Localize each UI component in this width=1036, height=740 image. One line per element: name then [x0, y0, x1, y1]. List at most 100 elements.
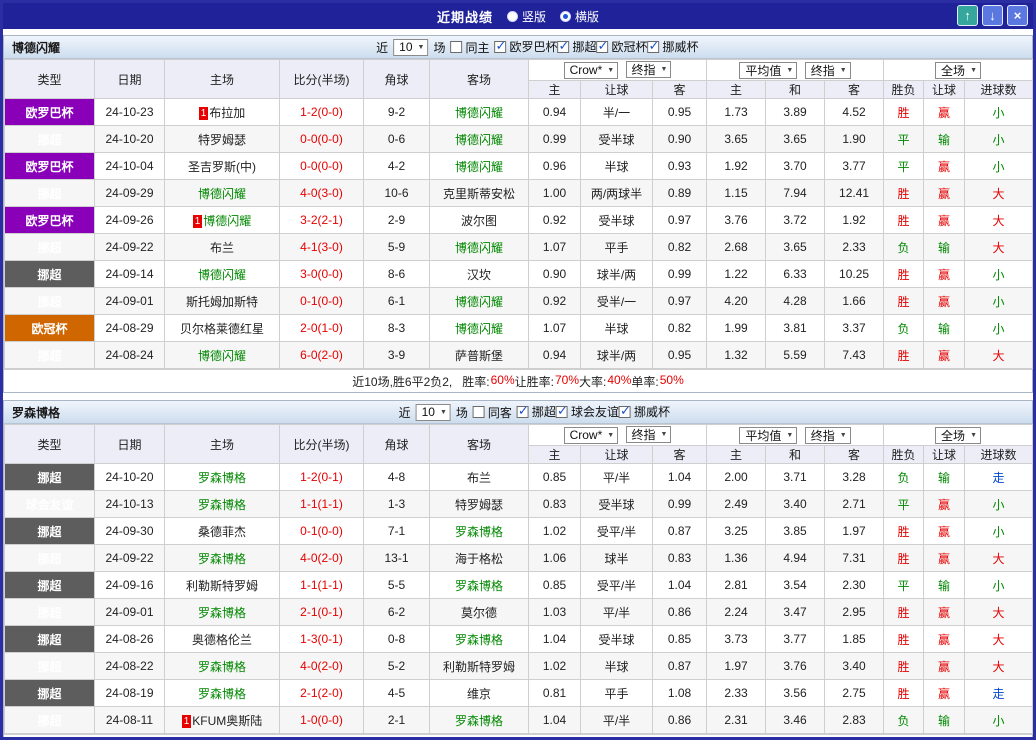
table-row[interactable]: 挪超 24-09-29 博德闪耀 4-0(3-0) 10-6 克里斯蒂安松 1.…: [4, 179, 1033, 207]
league-filter[interactable]: 挪威杯: [618, 403, 670, 420]
table-row[interactable]: 挪超 24-09-01 斯托姆加斯特 0-1(0-0) 6-1 博德闪耀 0.9…: [4, 287, 1033, 315]
home-team-name[interactable]: KFUM奥斯陆: [192, 714, 262, 728]
avg-source-select[interactable]: 平均值 ▼: [739, 426, 798, 444]
scope-select[interactable]: 全场 ▼: [935, 61, 981, 79]
home-team-name[interactable]: 罗森博格: [198, 687, 246, 701]
home-team-name[interactable]: 斯托姆加斯特: [186, 295, 258, 309]
home-team-name[interactable]: 布兰: [210, 241, 234, 255]
away-team-name[interactable]: 博德闪耀: [455, 241, 503, 255]
odds-source-select[interactable]: Crow* ▼: [563, 61, 619, 79]
avg-kind-select[interactable]: 终指 ▼: [804, 426, 851, 444]
home-team-name[interactable]: 博德闪耀: [198, 268, 246, 282]
home-team-name[interactable]: 奥德格伦兰: [192, 633, 252, 647]
home-team-name[interactable]: 博德闪耀: [198, 349, 246, 363]
table-row[interactable]: 挪超 24-10-20 罗森博格 1-2(0-1) 4-8 布兰 0.85 平/…: [4, 463, 1033, 491]
table-row[interactable]: 挪超 24-09-16 利勒斯特罗姆 1-1(1-1) 5-5 罗森博格 0.8…: [4, 571, 1033, 599]
home-team-name[interactable]: 罗森博格: [198, 471, 246, 485]
table-row[interactable]: 挪超 24-09-22 布兰 4-1(3-0) 5-9 博德闪耀 1.07 平手…: [4, 233, 1033, 261]
away-team-name[interactable]: 博德闪耀: [455, 106, 503, 120]
away-team-name[interactable]: 特罗姆瑟: [455, 498, 503, 512]
away-team-name[interactable]: 海于格松: [455, 552, 503, 566]
table-row[interactable]: 球会友谊 24-10-13 罗森博格 1-1(1-1) 1-3 特罗姆瑟 0.8…: [4, 490, 1033, 518]
avg-kind-select[interactable]: 终指 ▼: [804, 61, 851, 79]
away-team-name[interactable]: 萨普斯堡: [455, 349, 503, 363]
home-team-name[interactable]: 罗森博格: [198, 606, 246, 620]
away-team-name[interactable]: 维京: [467, 687, 491, 701]
home-team-name[interactable]: 桑德菲杰: [198, 525, 246, 539]
home-team-name[interactable]: 博德闪耀: [198, 187, 246, 201]
away-team-name[interactable]: 波尔图: [461, 214, 497, 228]
table-row[interactable]: 挪超 24-09-14 博德闪耀 3-0(0-0) 8-6 汉坎 0.90 球半…: [4, 260, 1033, 288]
away-team-name[interactable]: 博德闪耀: [455, 133, 503, 147]
checkbox-unchecked-icon[interactable]: [472, 406, 485, 418]
away-team-name[interactable]: 博德闪耀: [455, 322, 503, 336]
odds-kind-select[interactable]: 终指 ▼: [625, 61, 672, 79]
radio-selected-icon[interactable]: [560, 10, 571, 22]
corners: 5-2: [363, 652, 430, 680]
away-team-name[interactable]: 罗森博格: [455, 633, 503, 647]
home-team-name[interactable]: 圣吉罗斯(中): [188, 160, 256, 174]
home-team-name[interactable]: 贝尔格莱德红星: [180, 322, 264, 336]
table-row[interactable]: 欧罗巴杯 24-10-04 圣吉罗斯(中) 0-0(0-0) 4-2 博德闪耀 …: [4, 152, 1033, 180]
checkbox-checked-icon[interactable]: [618, 403, 631, 419]
away-team-name[interactable]: 莫尔德: [461, 606, 497, 620]
close-button[interactable]: ×: [1007, 5, 1028, 26]
match-count-select[interactable]: 10 ▼: [415, 403, 451, 421]
league-filter[interactable]: 挪威杯: [647, 38, 699, 55]
odds-source-select[interactable]: Crow* ▼: [563, 426, 619, 444]
away-team-name[interactable]: 博德闪耀: [455, 160, 503, 174]
away-team-name[interactable]: 利勒斯特罗姆: [443, 660, 515, 674]
league-filter[interactable]: 欧冠杯: [596, 38, 648, 55]
table-row[interactable]: 挪超 24-08-24 博德闪耀 6-0(2-0) 3-9 萨普斯堡 0.94 …: [4, 341, 1033, 369]
table-row[interactable]: 欧罗巴杯 24-09-26 1 博德闪耀 3-2(2-1) 2-9 波尔图 0.9…: [4, 206, 1033, 234]
away-team-name[interactable]: 克里斯蒂安松: [443, 187, 515, 201]
league-filter[interactable]: 挪超: [557, 38, 597, 55]
checkbox-checked-icon[interactable]: [555, 403, 568, 419]
scroll-up-button[interactable]: ↑: [957, 5, 978, 26]
avg-draw: 3.54: [765, 571, 826, 599]
table-row[interactable]: 挪超 24-09-01 罗森博格 2-1(0-1) 6-2 莫尔德 1.03 平…: [4, 598, 1033, 626]
table-row[interactable]: 欧冠杯 24-08-29 贝尔格莱德红星 2-0(1-0) 8-3 博德闪耀 1…: [4, 314, 1033, 342]
checkbox-checked-icon[interactable]: [596, 38, 609, 54]
home-team-name[interactable]: 罗森博格: [198, 552, 246, 566]
away-team-name[interactable]: 罗森博格: [455, 579, 503, 593]
home-team-name[interactable]: 罗森博格: [198, 660, 246, 674]
radio-vertical-layout[interactable]: 竖版: [506, 8, 546, 25]
table-row[interactable]: 挪超 24-08-26 奥德格伦兰 1-3(0-1) 0-8 罗森博格 1.04…: [4, 625, 1033, 653]
league-filter[interactable]: 挪超: [516, 403, 556, 420]
odds-kind-select[interactable]: 终指 ▼: [625, 426, 672, 444]
checkbox-checked-icon[interactable]: [557, 38, 570, 54]
same-venue-filter[interactable]: 同客: [472, 404, 512, 421]
table-row[interactable]: 挪超 24-09-30 桑德菲杰 0-1(0-0) 7-1 罗森博格 1.02 …: [4, 517, 1033, 545]
checkbox-checked-icon[interactable]: [494, 38, 507, 54]
table-row[interactable]: 挪超 24-09-22 罗森博格 4-0(2-0) 13-1 海于格松 1.06…: [4, 544, 1033, 572]
home-team-name[interactable]: 特罗姆瑟: [198, 133, 246, 147]
league-filter[interactable]: 球会友谊: [555, 403, 619, 420]
avg-source-select[interactable]: 平均值 ▼: [739, 61, 798, 79]
table-row[interactable]: 挪超 24-08-22 罗森博格 4-0(2-0) 5-2 利勒斯特罗姆 1.0…: [4, 652, 1033, 680]
avg-home: 1.36: [706, 544, 767, 572]
home-team-name[interactable]: 利勒斯特罗姆: [186, 579, 258, 593]
away-team-name[interactable]: 罗森博格: [455, 525, 503, 539]
away-team-name[interactable]: 罗森博格: [455, 714, 503, 728]
away-team-name[interactable]: 汉坎: [467, 268, 491, 282]
home-team-name[interactable]: 布拉加: [209, 106, 245, 120]
radio-icon[interactable]: [506, 10, 518, 22]
league-filter[interactable]: 欧罗巴杯: [494, 38, 558, 55]
match-count-select[interactable]: 10 ▼: [393, 38, 429, 56]
checkbox-unchecked-icon[interactable]: [450, 41, 463, 53]
same-venue-filter[interactable]: 同主: [450, 39, 489, 56]
home-team-name[interactable]: 博德闪耀: [203, 214, 251, 228]
away-team-name[interactable]: 布兰: [467, 471, 491, 485]
away-team-name[interactable]: 博德闪耀: [455, 295, 503, 309]
table-row[interactable]: 挪超 24-10-20 特罗姆瑟 0-0(0-0) 0-6 博德闪耀 0.99 …: [4, 125, 1033, 153]
radio-horizontal-layout[interactable]: 横版: [560, 8, 599, 25]
table-row[interactable]: 挪超 24-08-19 罗森博格 2-1(2-0) 4-5 维京 0.81 平手…: [4, 679, 1033, 707]
home-team-name[interactable]: 罗森博格: [198, 498, 246, 512]
table-row[interactable]: 挪超 24-08-11 1 KFUM奥斯陆 1-0(0-0) 2-1 罗森博格 1…: [4, 706, 1033, 734]
scope-select[interactable]: 全场 ▼: [935, 426, 981, 444]
checkbox-checked-icon[interactable]: [516, 403, 529, 419]
checkbox-checked-icon[interactable]: [647, 38, 660, 54]
table-row[interactable]: 欧罗巴杯 24-10-23 1 布拉加 1-2(0-0) 9-2 博德闪耀 0.9…: [4, 98, 1033, 126]
scroll-down-button[interactable]: ↓: [982, 5, 1003, 26]
